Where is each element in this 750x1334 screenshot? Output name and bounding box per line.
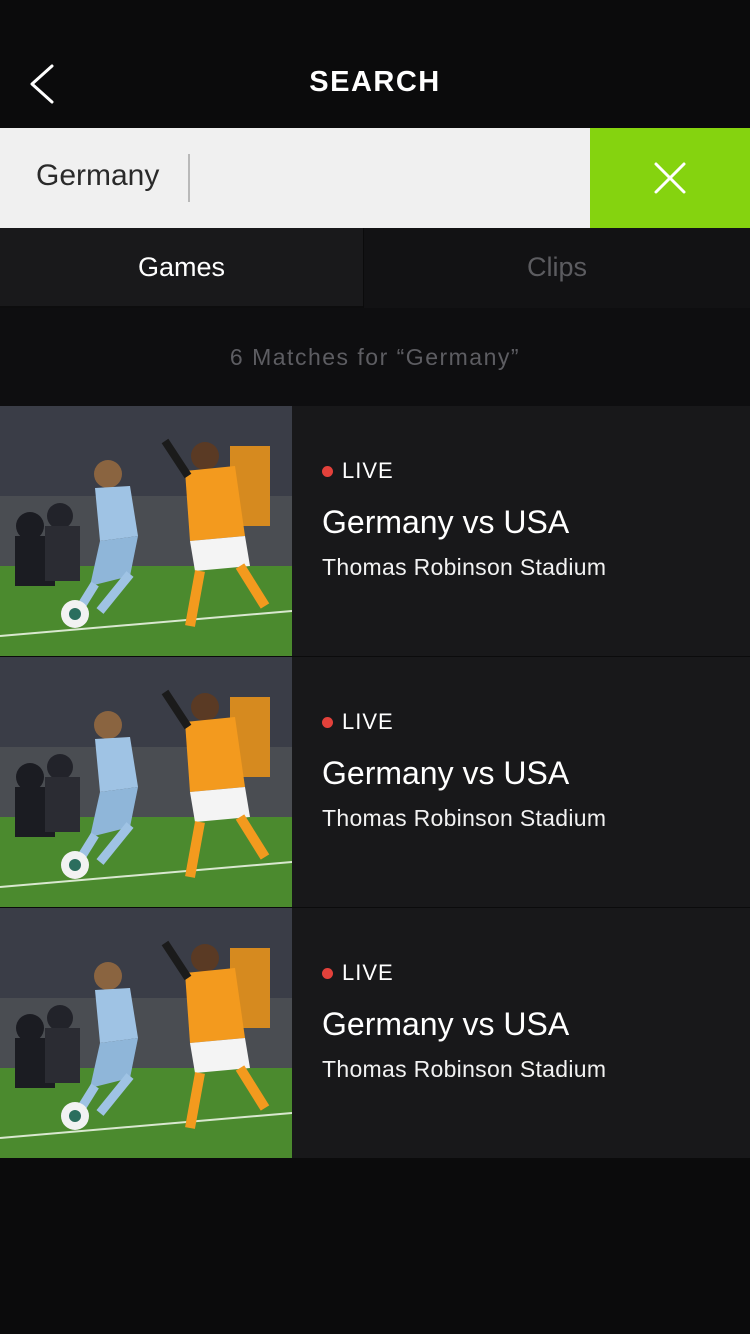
live-dot-icon <box>322 717 333 728</box>
match-info: LIVE Germany vs USA Thomas Robinson Stad… <box>322 908 742 1158</box>
match-thumbnail <box>0 406 292 656</box>
match-title: Germany vs USA <box>322 504 570 540</box>
match-title: Germany vs USA <box>322 755 570 791</box>
close-icon <box>654 162 686 194</box>
live-dot-icon <box>322 466 333 477</box>
text-caret <box>188 154 190 202</box>
result-row[interactable]: LIVE Germany vs USA Thomas Robinson Stad… <box>0 406 750 656</box>
search-input[interactable]: Germany <box>0 128 590 228</box>
page-title: SEARCH <box>309 66 441 98</box>
result-row[interactable]: LIVE Germany vs USA Thomas Robinson Stad… <box>0 908 750 1158</box>
live-dot-icon <box>322 968 333 979</box>
result-row[interactable]: LIVE Germany vs USA Thomas Robinson Stad… <box>0 657 750 907</box>
match-thumbnail <box>0 657 292 907</box>
tab-bar: Games Clips <box>0 228 750 308</box>
live-label: LIVE <box>342 709 394 734</box>
match-thumbnail <box>0 908 292 1158</box>
header: SEARCH <box>0 0 750 128</box>
search-input-value: Germany <box>36 159 160 192</box>
match-venue: Thomas Robinson Stadium <box>322 805 607 831</box>
results-list: LIVE Germany vs USA Thomas Robinson Stad… <box>0 406 750 1159</box>
clear-search-button[interactable] <box>590 128 750 228</box>
match-venue: Thomas Robinson Stadium <box>322 554 607 580</box>
match-info: LIVE Germany vs USA Thomas Robinson Stad… <box>322 406 742 656</box>
match-venue: Thomas Robinson Stadium <box>322 1056 607 1082</box>
match-info: LIVE Germany vs USA Thomas Robinson Stad… <box>322 657 742 907</box>
results-count: 6 Matches for “Germany” <box>229 344 521 370</box>
match-title: Germany vs USA <box>322 1006 570 1042</box>
live-label: LIVE <box>342 458 394 483</box>
live-label: LIVE <box>342 960 394 985</box>
results-summary: 6 Matches for “Germany” <box>0 308 750 406</box>
tab-clips[interactable]: Clips <box>364 228 750 306</box>
search-bar: Germany <box>0 128 750 228</box>
tab-games[interactable]: Games <box>0 228 364 308</box>
